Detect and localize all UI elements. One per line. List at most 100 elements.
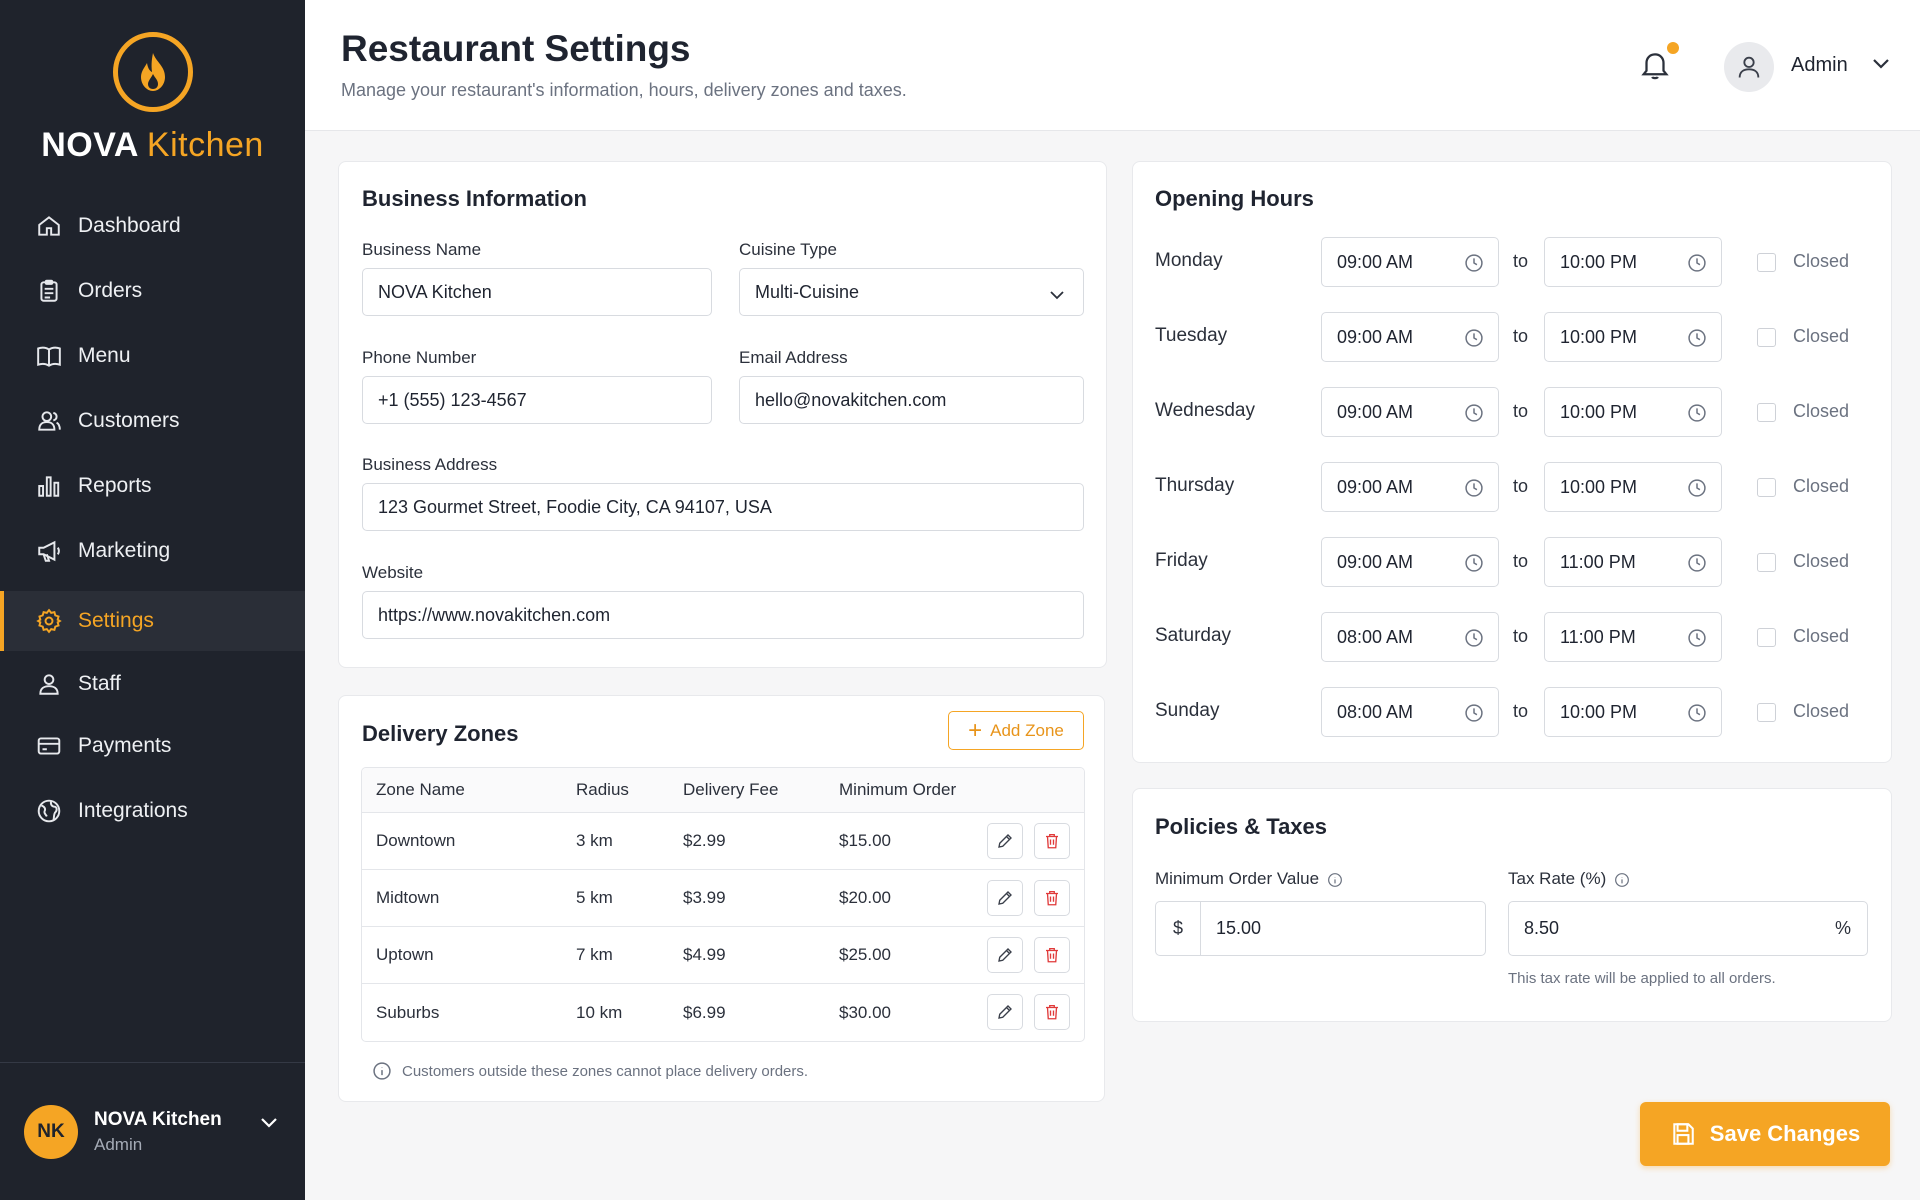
business-info-title: Business Information	[362, 186, 587, 211]
cuisine-type-label: Cuisine Type	[739, 240, 837, 259]
sidebar-item-label: Reports	[78, 474, 152, 497]
to-label: to	[1513, 476, 1529, 496]
delivery-note: Customers outside these zones cannot pla…	[372, 1061, 808, 1081]
edit-zone-button[interactable]	[987, 880, 1023, 916]
open-time-input[interactable]: 08:00 AM	[1321, 687, 1499, 737]
pencil-icon	[998, 948, 1012, 962]
info-icon[interactable]	[1327, 872, 1343, 888]
header-avatar[interactable]	[1724, 42, 1774, 92]
delete-zone-button[interactable]	[1034, 823, 1070, 859]
closed-checkbox[interactable]	[1757, 328, 1776, 347]
delivery-zones-title: Delivery Zones	[362, 721, 519, 746]
add-zone-button[interactable]: + Add Zone	[948, 711, 1084, 750]
close-time-value: 10:00 PM	[1560, 251, 1638, 272]
delete-zone-button[interactable]	[1034, 937, 1070, 973]
close-time-input[interactable]: 10:00 PM	[1544, 237, 1722, 287]
sidebar-item-dashboard[interactable]: Dashboard	[0, 196, 305, 256]
open-time-input[interactable]: 09:00 AM	[1321, 462, 1499, 512]
clock-icon	[1464, 553, 1484, 578]
open-time-input[interactable]: 09:00 AM	[1321, 387, 1499, 437]
sidebar-item-label: Marketing	[78, 539, 171, 562]
sidebar-user-name: NOVA Kitchen	[94, 1108, 222, 1130]
min-order-cell: $25.00	[839, 945, 891, 964]
open-time-input[interactable]: 09:00 AM	[1321, 237, 1499, 287]
zone-name-cell: Uptown	[376, 945, 434, 964]
phone-input[interactable]: +1 (555) 123-4567	[362, 376, 712, 424]
fee-cell: $6.99	[683, 1002, 726, 1022]
clock-icon	[1464, 253, 1484, 278]
hours-row-wednesday: Wednesday 09:00 AM to 10:00 PM Closed	[1133, 387, 1893, 437]
tax-rate-value: 8.50	[1524, 918, 1560, 938]
delete-zone-button[interactable]	[1034, 880, 1070, 916]
phone-value: +1 (555) 123-4567	[378, 389, 527, 410]
closed-checkbox[interactable]	[1757, 478, 1776, 497]
clock-icon	[1464, 403, 1484, 428]
open-time-input[interactable]: 09:00 AM	[1321, 537, 1499, 587]
page-title: Restaurant Settings	[341, 28, 691, 69]
edit-zone-button[interactable]	[987, 823, 1023, 859]
sidebar-item-menu[interactable]: Menu	[0, 326, 305, 386]
close-time-input[interactable]: 11:00 PM	[1544, 537, 1722, 587]
closed-checkbox[interactable]	[1757, 628, 1776, 647]
column-header: Minimum Order	[839, 780, 957, 799]
radius-cell: 10 km	[576, 1002, 623, 1022]
close-time-input[interactable]: 10:00 PM	[1544, 687, 1722, 737]
sidebar-item-customers[interactable]: Customers	[0, 391, 305, 451]
business-name-input[interactable]: NOVA Kitchen	[362, 268, 712, 316]
close-time-input[interactable]: 10:00 PM	[1544, 387, 1722, 437]
chevron-down-icon[interactable]	[259, 1115, 279, 1134]
sidebar-item-staff[interactable]: Staff	[0, 654, 305, 714]
info-icon[interactable]	[1614, 872, 1630, 888]
sidebar-item-integrations[interactable]: Integrations	[0, 781, 305, 841]
website-input[interactable]: https://www.novakitchen.com	[362, 591, 1084, 639]
to-label: to	[1513, 326, 1529, 346]
close-time-input[interactable]: 10:00 PM	[1544, 462, 1722, 512]
card-icon	[36, 733, 62, 759]
closed-checkbox[interactable]	[1757, 553, 1776, 572]
open-time-value: 09:00 AM	[1337, 251, 1414, 272]
min-order-input[interactable]: $ 15.00	[1155, 901, 1486, 956]
save-changes-button[interactable]: Save Changes	[1640, 1102, 1890, 1166]
to-label: to	[1513, 701, 1529, 721]
email-input[interactable]: hello@novakitchen.com	[739, 376, 1084, 424]
address-input[interactable]: 123 Gourmet Street, Foodie City, CA 9410…	[362, 483, 1084, 531]
sidebar-item-reports[interactable]: Reports	[0, 456, 305, 516]
header-user-name[interactable]: Admin	[1791, 54, 1848, 77]
open-time-input[interactable]: 09:00 AM	[1321, 312, 1499, 362]
open-time-value: 09:00 AM	[1337, 326, 1414, 347]
tax-rate-input[interactable]: 8.50 %	[1508, 901, 1868, 956]
sidebar-item-payments[interactable]: Payments	[0, 716, 305, 776]
sidebar-user-profile[interactable]: NK NOVA Kitchen Admin	[0, 1062, 305, 1200]
delivery-zones-table: Zone Name Radius Delivery Fee Minimum Or…	[361, 767, 1085, 1042]
cuisine-type-select[interactable]: Multi-Cuisine	[739, 268, 1084, 316]
avatar: NK	[24, 1104, 78, 1159]
closed-checkbox[interactable]	[1757, 253, 1776, 272]
column-header: Delivery Fee	[683, 780, 779, 799]
clock-icon	[1687, 553, 1707, 578]
edit-zone-button[interactable]	[987, 937, 1023, 973]
close-time-input[interactable]: 11:00 PM	[1544, 612, 1722, 662]
clock-icon	[1687, 253, 1707, 278]
clock-icon	[1687, 628, 1707, 653]
column-header: Radius	[576, 780, 629, 799]
brand-name-light: Kitchen	[146, 126, 264, 164]
close-time-input[interactable]: 10:00 PM	[1544, 312, 1722, 362]
day-label: Saturday	[1155, 625, 1232, 646]
clock-icon	[1687, 403, 1707, 428]
min-order-cell: $15.00	[839, 831, 891, 850]
zone-name-cell: Downtown	[376, 831, 456, 850]
sidebar-item-orders[interactable]: Orders	[0, 261, 305, 321]
closed-checkbox[interactable]	[1757, 703, 1776, 722]
sidebar-item-settings[interactable]: Settings	[0, 591, 305, 651]
to-label: to	[1513, 551, 1529, 571]
edit-zone-button[interactable]	[987, 994, 1023, 1030]
sidebar-item-marketing[interactable]: Marketing	[0, 521, 305, 581]
open-time-input[interactable]: 08:00 AM	[1321, 612, 1499, 662]
delete-zone-button[interactable]	[1034, 994, 1070, 1030]
bell-icon[interactable]	[1638, 48, 1672, 82]
day-label: Sunday	[1155, 700, 1220, 721]
business-name-label: Business Name	[362, 240, 482, 259]
day-label: Tuesday	[1155, 325, 1228, 346]
chevron-down-icon[interactable]	[1871, 56, 1891, 75]
closed-checkbox[interactable]	[1757, 403, 1776, 422]
